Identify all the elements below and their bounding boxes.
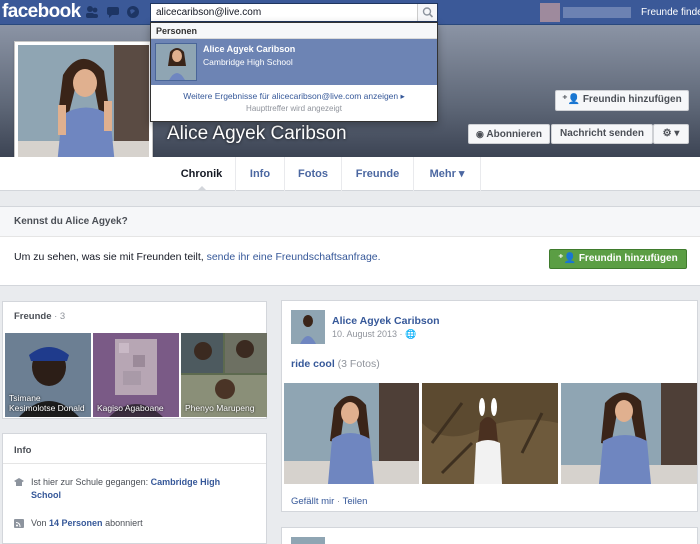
album-photo[interactable] bbox=[284, 383, 419, 484]
share-link[interactable]: Teilen bbox=[343, 496, 368, 507]
messages-icon[interactable] bbox=[106, 5, 120, 19]
more-results-link[interactable]: Weitere Ergebnisse für alicecaribson@liv… bbox=[151, 91, 437, 102]
search-section-header: Personen bbox=[151, 23, 437, 39]
info-panel: Info Ist hier zur Schule gegangen: Cambr… bbox=[2, 433, 267, 544]
friend-suggestion-text: Um zu sehen, was sie mit Freunden teilt,… bbox=[14, 251, 381, 263]
album-photo[interactable] bbox=[561, 383, 697, 484]
add-friend-button[interactable]: ⁺👤 Freundin hinzufügen bbox=[549, 249, 687, 269]
profile-tab-bar: Chronik Info Fotos Freunde Mehr ▾ bbox=[0, 157, 700, 191]
avatar-image bbox=[156, 44, 196, 80]
friend-name: Tsimane Kesimolotse Donald bbox=[9, 393, 85, 413]
woman-portrait-image bbox=[18, 45, 149, 175]
woman-photo-image bbox=[284, 383, 419, 484]
profile-photo bbox=[18, 45, 149, 175]
follow-button[interactable]: ◉ Abonnieren bbox=[468, 124, 550, 144]
info-followers-row: Von 14 Personen abonniert bbox=[14, 517, 259, 531]
post-author-avatar[interactable] bbox=[291, 537, 325, 544]
find-friends-link[interactable]: Freunde finden bbox=[641, 7, 700, 18]
search-section-title: Personen bbox=[156, 26, 198, 36]
search-input[interactable] bbox=[151, 4, 413, 21]
friend-tile[interactable]: Tsimane Kesimolotse Donald bbox=[5, 333, 91, 417]
search-result-subtitle: Cambridge High School bbox=[203, 57, 293, 67]
tab-mehr[interactable]: Mehr ▾ bbox=[414, 157, 481, 191]
tab-fotos[interactable]: Fotos bbox=[285, 157, 342, 191]
friend-suggestion-header: Kennst du Alice Agyek? bbox=[0, 207, 700, 237]
info-school-row: Ist hier zur Schule gegangen: Cambridge … bbox=[14, 476, 259, 504]
friend-tile[interactable]: Phenyo Marupeng bbox=[181, 333, 267, 417]
user-name-blurred[interactable] bbox=[563, 7, 631, 18]
gear-icon[interactable]: ⚙ ▾ bbox=[653, 124, 689, 144]
add-friend-icon: ⁺👤 bbox=[562, 94, 583, 105]
album-link[interactable]: ride cool bbox=[291, 358, 335, 370]
search-result-name: Alice Agyek Caribson bbox=[203, 44, 296, 54]
rss-icon: ◉ bbox=[476, 129, 487, 139]
send-request-link[interactable]: sende ihr eine Freundschaftsanfrage. bbox=[207, 251, 381, 263]
post-actions: Gefällt mir · Teilen bbox=[291, 496, 368, 507]
like-link[interactable]: Gefällt mir bbox=[291, 496, 334, 507]
search-button[interactable] bbox=[417, 4, 437, 21]
search-bar[interactable] bbox=[150, 3, 438, 22]
woman-photo-image bbox=[561, 383, 697, 484]
friend-suggestion-box: Kennst du Alice Agyek? Um zu sehen, was … bbox=[0, 206, 700, 286]
friend-name: Kagiso Agaboane bbox=[97, 403, 164, 413]
post-author-avatar[interactable] bbox=[291, 310, 325, 344]
friend-name: Phenyo Marupeng bbox=[185, 403, 255, 413]
friend-requests-icon[interactable] bbox=[85, 5, 99, 19]
search-results-dropdown: Personen Alice Agyek Caribson Cambridge … bbox=[150, 22, 438, 122]
info-header: Info bbox=[3, 434, 266, 464]
post-album-title: ride cool (3 Fotos) bbox=[291, 358, 380, 370]
tab-freunde[interactable]: Freunde bbox=[342, 157, 414, 191]
more-results-note: Haupttreffer wird angezeigt bbox=[246, 104, 342, 113]
profile-name: Alice Agyek Caribson bbox=[167, 123, 347, 144]
avatar-image bbox=[291, 310, 325, 344]
search-result-item[interactable]: Alice Agyek Caribson Cambridge High Scho… bbox=[151, 39, 437, 85]
post-date[interactable]: 10. August 2013 · 🌐 bbox=[332, 329, 416, 340]
search-result-avatar bbox=[155, 43, 197, 81]
info-title: Info bbox=[14, 445, 32, 456]
friend-tile[interactable]: Kagiso Agaboane bbox=[93, 333, 179, 417]
school-icon bbox=[14, 478, 24, 486]
album-photo[interactable] bbox=[422, 383, 558, 484]
message-button[interactable]: Nachricht senden bbox=[551, 124, 653, 144]
add-friend-icon: ⁺👤 bbox=[558, 253, 579, 264]
notifications-globe-icon[interactable] bbox=[126, 5, 140, 19]
search-icon bbox=[422, 7, 434, 18]
facebook-logo[interactable]: facebook bbox=[2, 1, 81, 23]
rss-icon bbox=[14, 519, 24, 528]
bunny-ears-photo-image bbox=[422, 383, 558, 484]
friends-panel: Freunde · 3 Tsimane Kesimolotse Donald K… bbox=[2, 301, 267, 419]
friends-count: · 3 bbox=[51, 311, 66, 322]
tab-chronik[interactable]: Chronik bbox=[168, 157, 236, 191]
friend-suggestion-title: Kennst du Alice Agyek? bbox=[14, 216, 128, 227]
timeline-post: Alice Agyek Caribson 10. August 2013 · 🌐… bbox=[281, 300, 698, 512]
followers-link[interactable]: 14 Personen bbox=[49, 518, 103, 528]
post-author-name[interactable]: Alice Agyek Caribson bbox=[332, 315, 440, 327]
add-friend-cover-button[interactable]: ⁺👤 Freundin hinzufügen bbox=[555, 90, 689, 111]
timeline-post-next bbox=[281, 527, 698, 544]
user-avatar[interactable] bbox=[540, 3, 560, 22]
friends-title[interactable]: Freunde · 3 bbox=[14, 311, 65, 322]
tab-info[interactable]: Info bbox=[236, 157, 285, 191]
